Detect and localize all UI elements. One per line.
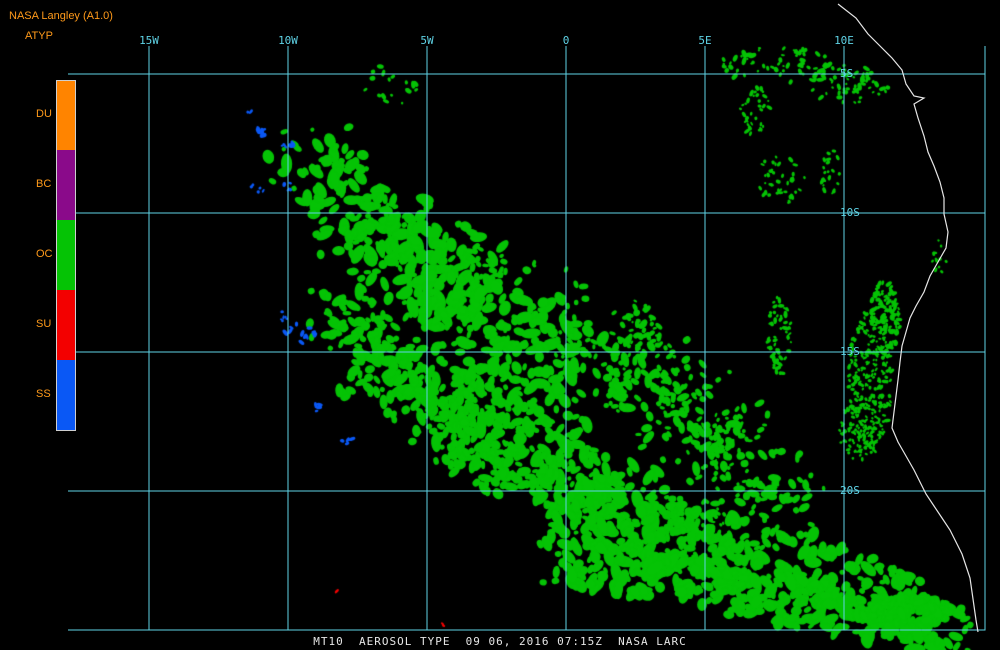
legend-swatch-su — [56, 290, 76, 360]
longitude-label: 10E — [834, 34, 854, 47]
longitude-label: 0 — [562, 34, 570, 47]
longitude-label: 15W — [139, 34, 159, 47]
legend-label-oc: OC — [36, 248, 53, 260]
aerosol-layer — [0, 0, 1000, 650]
longitude-label: 5W — [420, 34, 434, 47]
legend-label-ss: SS — [36, 388, 51, 400]
image-caption: MT10 AEROSOL TYPE 09 06, 2016 07:15Z NAS… — [313, 635, 687, 648]
legend-swatch-bc — [56, 150, 76, 220]
longitude-label: 5E — [698, 34, 712, 47]
latitude-label: 5S — [840, 67, 854, 80]
legend-swatch-ss — [56, 360, 76, 431]
legend-label-su: SU — [36, 318, 52, 330]
latitude-label: 15S — [840, 345, 860, 358]
latitude-label: 10S — [840, 206, 860, 219]
latitude-label: 20S — [840, 484, 860, 497]
product-title: NASA Langley (A1.0) — [9, 10, 113, 22]
legend-label-du: DU — [36, 108, 52, 120]
variable-name: ATYP — [25, 30, 53, 42]
legend-label-bc: BC — [36, 178, 52, 190]
longitude-label: 10W — [278, 34, 298, 47]
legend-swatch-oc — [56, 220, 76, 290]
legend-swatch-du — [56, 80, 76, 151]
map-canvas[interactable] — [0, 0, 1000, 650]
aerosol-type-raster — [0, 0, 1000, 650]
